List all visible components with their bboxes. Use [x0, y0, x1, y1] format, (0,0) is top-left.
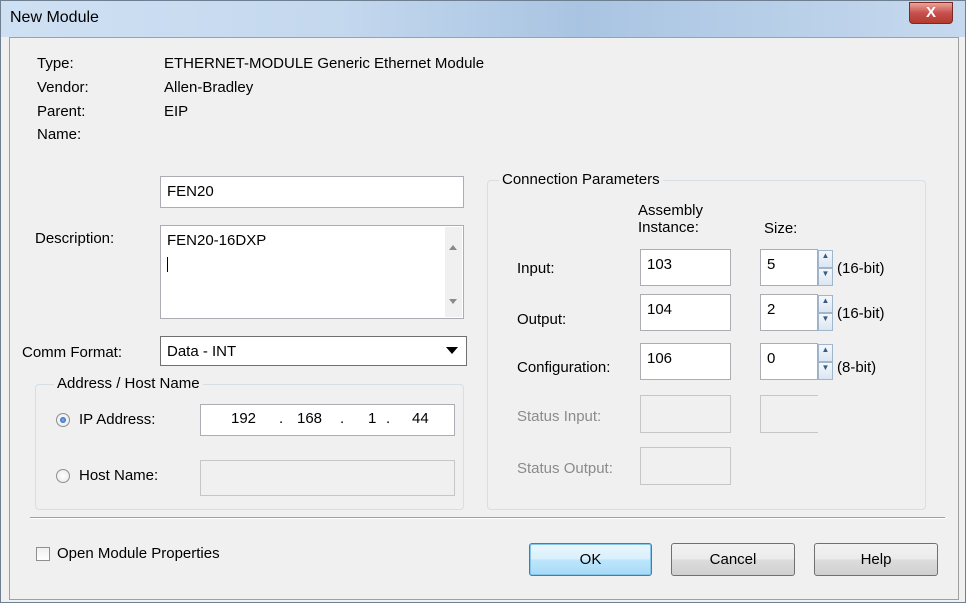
cancel-button[interactable]: Cancel [671, 543, 795, 576]
configuration-instance-value: 106 [647, 350, 673, 367]
comm-format-value: Data - INT [167, 343, 237, 360]
host-name-input[interactable] [200, 460, 455, 496]
help-button[interactable]: Help [814, 543, 938, 576]
name-label: Name: [37, 126, 82, 143]
ip-octet-2: 168 [297, 410, 323, 427]
description-value: FEN20-16DXP [167, 232, 267, 249]
host-name-radio[interactable] [56, 469, 70, 483]
comm-format-select[interactable]: Data - INT [160, 336, 467, 366]
output-size-value: 2 [767, 301, 776, 318]
input-instance-field[interactable]: 103 [640, 249, 731, 286]
ip-octet-4: 44 [412, 410, 429, 427]
output-row-label: Output: [517, 311, 567, 328]
dialog-title: New Module [10, 9, 99, 26]
parent-label: Parent: [37, 103, 86, 120]
connection-parameters-title: Connection Parameters [499, 171, 663, 188]
description-label: Description: [35, 230, 115, 247]
type-label: Type: [37, 55, 74, 72]
open-module-properties-checkbox[interactable] [36, 547, 50, 561]
text-caret [167, 257, 168, 272]
input-size-field[interactable]: 5 [760, 249, 818, 286]
input-size-up-icon[interactable]: ▲ [818, 250, 833, 268]
configuration-unit: (8-bit) [837, 359, 877, 376]
configuration-size-value: 0 [767, 350, 776, 367]
status-output-label: Status Output: [517, 460, 613, 477]
status-input-label: Status Input: [517, 408, 602, 425]
configuration-size-down-icon[interactable]: ▼ [818, 362, 833, 380]
chevron-down-icon[interactable] [446, 347, 458, 354]
output-instance-value: 104 [647, 301, 673, 318]
ip-octet-1: 192 [231, 410, 257, 427]
input-size-value: 5 [767, 256, 776, 273]
description-scrollbar[interactable] [445, 227, 462, 317]
status-input-size-field[interactable] [760, 395, 818, 433]
output-size-down-icon[interactable]: ▼ [818, 313, 833, 331]
ip-address-input[interactable]: 192 . 168 . 1 . 44 [200, 404, 455, 436]
ip-octet-3: 1 [368, 410, 377, 427]
output-size-field[interactable]: 2 [760, 294, 818, 331]
input-instance-value: 103 [647, 256, 673, 273]
configuration-size-up-icon[interactable]: ▲ [818, 344, 833, 362]
vendor-value: Allen-Bradley [164, 79, 254, 96]
name-field-value: FEN20 [167, 183, 214, 200]
parent-value: EIP [164, 103, 189, 120]
size-header: Size: [764, 220, 798, 237]
ok-button[interactable]: OK [529, 543, 652, 576]
output-unit: (16-bit) [837, 305, 885, 322]
ip-separator: . [386, 410, 391, 427]
close-button[interactable]: X [909, 2, 953, 24]
footer-separator [30, 517, 945, 519]
host-name-label[interactable]: Host Name: [79, 467, 158, 484]
title-bar[interactable]: New Module X [1, 1, 965, 37]
ip-separator: . [340, 410, 345, 427]
output-size-up-icon[interactable]: ▲ [818, 295, 833, 313]
open-module-properties-label[interactable]: Open Module Properties [57, 545, 220, 562]
scroll-up-icon[interactable] [449, 245, 457, 250]
name-field[interactable]: FEN20 [160, 176, 464, 208]
input-unit: (16-bit) [837, 260, 885, 277]
ip-address-label[interactable]: IP Address: [79, 411, 155, 428]
ip-separator: . [279, 410, 284, 427]
vendor-label: Vendor: [37, 79, 89, 96]
configuration-size-field[interactable]: 0 [760, 343, 818, 380]
input-row-label: Input: [517, 260, 555, 277]
radio-selected-dot [60, 417, 66, 423]
type-value: ETHERNET-MODULE Generic Ethernet Module [164, 55, 485, 72]
status-input-field[interactable] [640, 395, 731, 433]
scroll-down-icon[interactable] [449, 299, 457, 304]
description-textarea[interactable]: FEN20-16DXP [160, 225, 464, 319]
input-size-down-icon[interactable]: ▼ [818, 268, 833, 286]
configuration-instance-field[interactable]: 106 [640, 343, 731, 380]
configuration-row-label: Configuration: [517, 359, 611, 376]
assembly-instance-header: Assembly Instance: [638, 202, 704, 236]
comm-format-label: Comm Format: [22, 344, 123, 361]
address-group-title: Address / Host Name [54, 375, 203, 392]
output-instance-field[interactable]: 104 [640, 294, 731, 331]
ip-address-radio[interactable] [56, 413, 70, 427]
status-output-field[interactable] [640, 447, 731, 485]
